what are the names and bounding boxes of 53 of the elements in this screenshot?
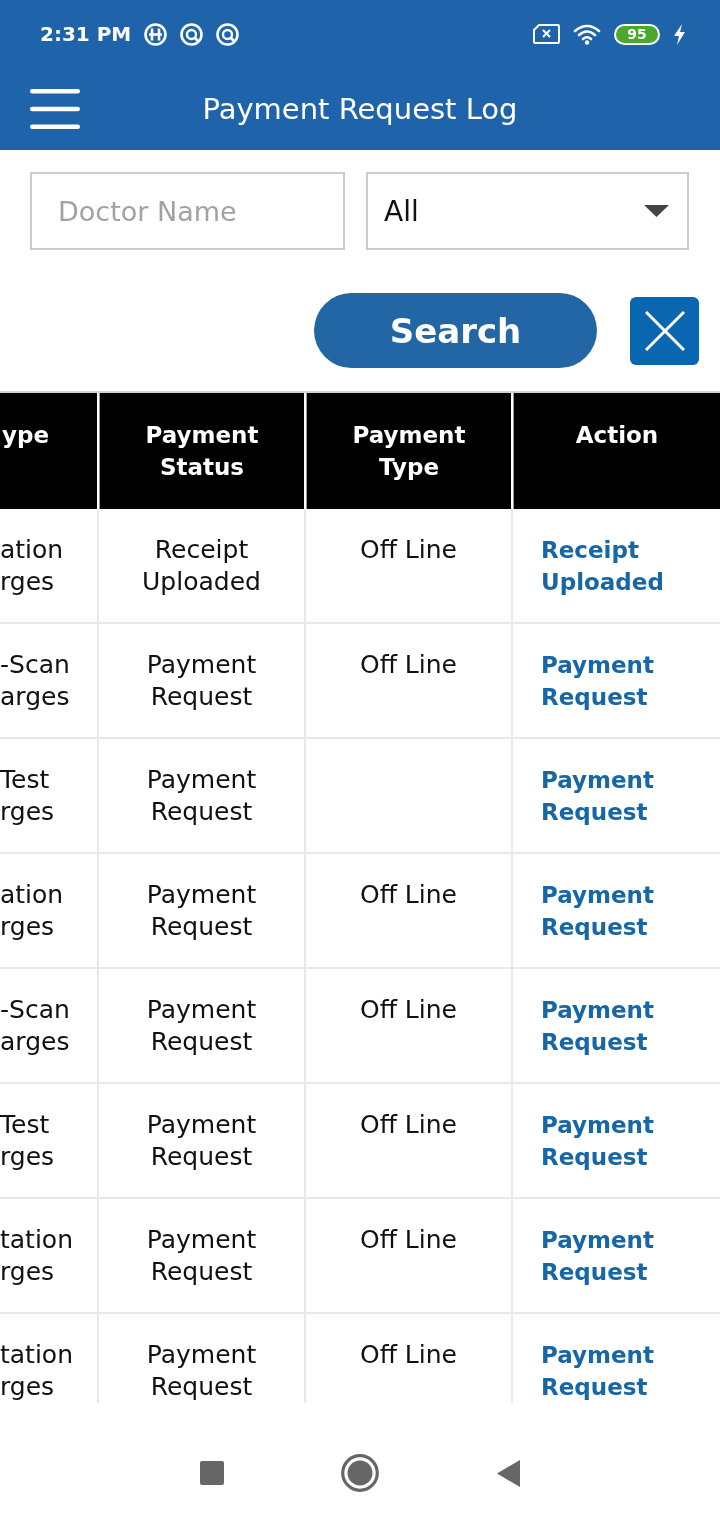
table-cell: Payment Request [99,1199,306,1312]
table-cell: Off Line [306,1084,513,1197]
column-header: Payment Status [99,393,306,509]
column-header: Action [513,393,720,509]
table-cell: Payment Request [99,739,306,852]
page-title: Payment Request Log [201,92,519,126]
search-button[interactable]: Search [314,293,597,368]
table-cell: Off Line [306,624,513,737]
table-cell: Test rges [0,739,99,852]
triangle-icon [496,1459,520,1487]
table-cell: Payment Request [99,854,306,967]
square-icon [200,1461,224,1485]
table-cell: Payment Request [99,1084,306,1197]
table-cell: ation rges [0,854,99,967]
table-cell: Off Line [306,509,513,622]
table-cell: Test rges [0,1084,99,1197]
table-cell: tation rges [0,1199,99,1312]
table-cell: Payment Request [99,969,306,1082]
wifi-icon [573,23,601,45]
caret-icon [644,205,669,217]
table-cell: Off Line [306,1199,513,1312]
ring-icon [216,22,240,46]
action-link[interactable]: Payment Request [541,879,654,943]
action-link[interactable]: Payment Request [541,994,654,1058]
action-link[interactable]: Payment Request [541,1224,654,1288]
column-header: ype [0,393,99,509]
table-cell: -Scan arges [0,624,99,737]
menu-button[interactable] [30,89,80,129]
home-button[interactable] [340,1453,380,1493]
close-button[interactable] [630,296,699,365]
action-link[interactable]: Receipt Uploaded [541,534,664,598]
close-icon [644,310,685,351]
table-cell: ation rges [0,509,99,622]
circle-h-icon [144,22,168,46]
table-cell: Payment Request [99,624,306,737]
circle-icon [341,1454,379,1492]
column-header: Payment Type [306,393,513,509]
no-sim-icon [533,24,560,44]
action-link[interactable]: Payment Request [541,764,654,828]
action-link[interactable]: Payment Request [541,649,654,713]
menu-icon [30,89,80,129]
table-cell: Off Line [306,854,513,967]
bolt-icon [673,23,686,45]
table-cell: -Scan arges [0,969,99,1082]
table-cell: Receipt Uploaded [99,509,306,622]
action-link[interactable]: Payment Request [541,1339,654,1403]
battery-indicator: 95 [614,23,660,45]
table-cell: Off Line [306,969,513,1082]
ring-icon [180,22,204,46]
status-select[interactable]: All [366,172,689,250]
status-time: 2:31 PM [40,22,132,46]
action-link[interactable]: Payment Request [541,1109,654,1173]
doctor-name-input[interactable]: Doctor Name [30,172,345,250]
